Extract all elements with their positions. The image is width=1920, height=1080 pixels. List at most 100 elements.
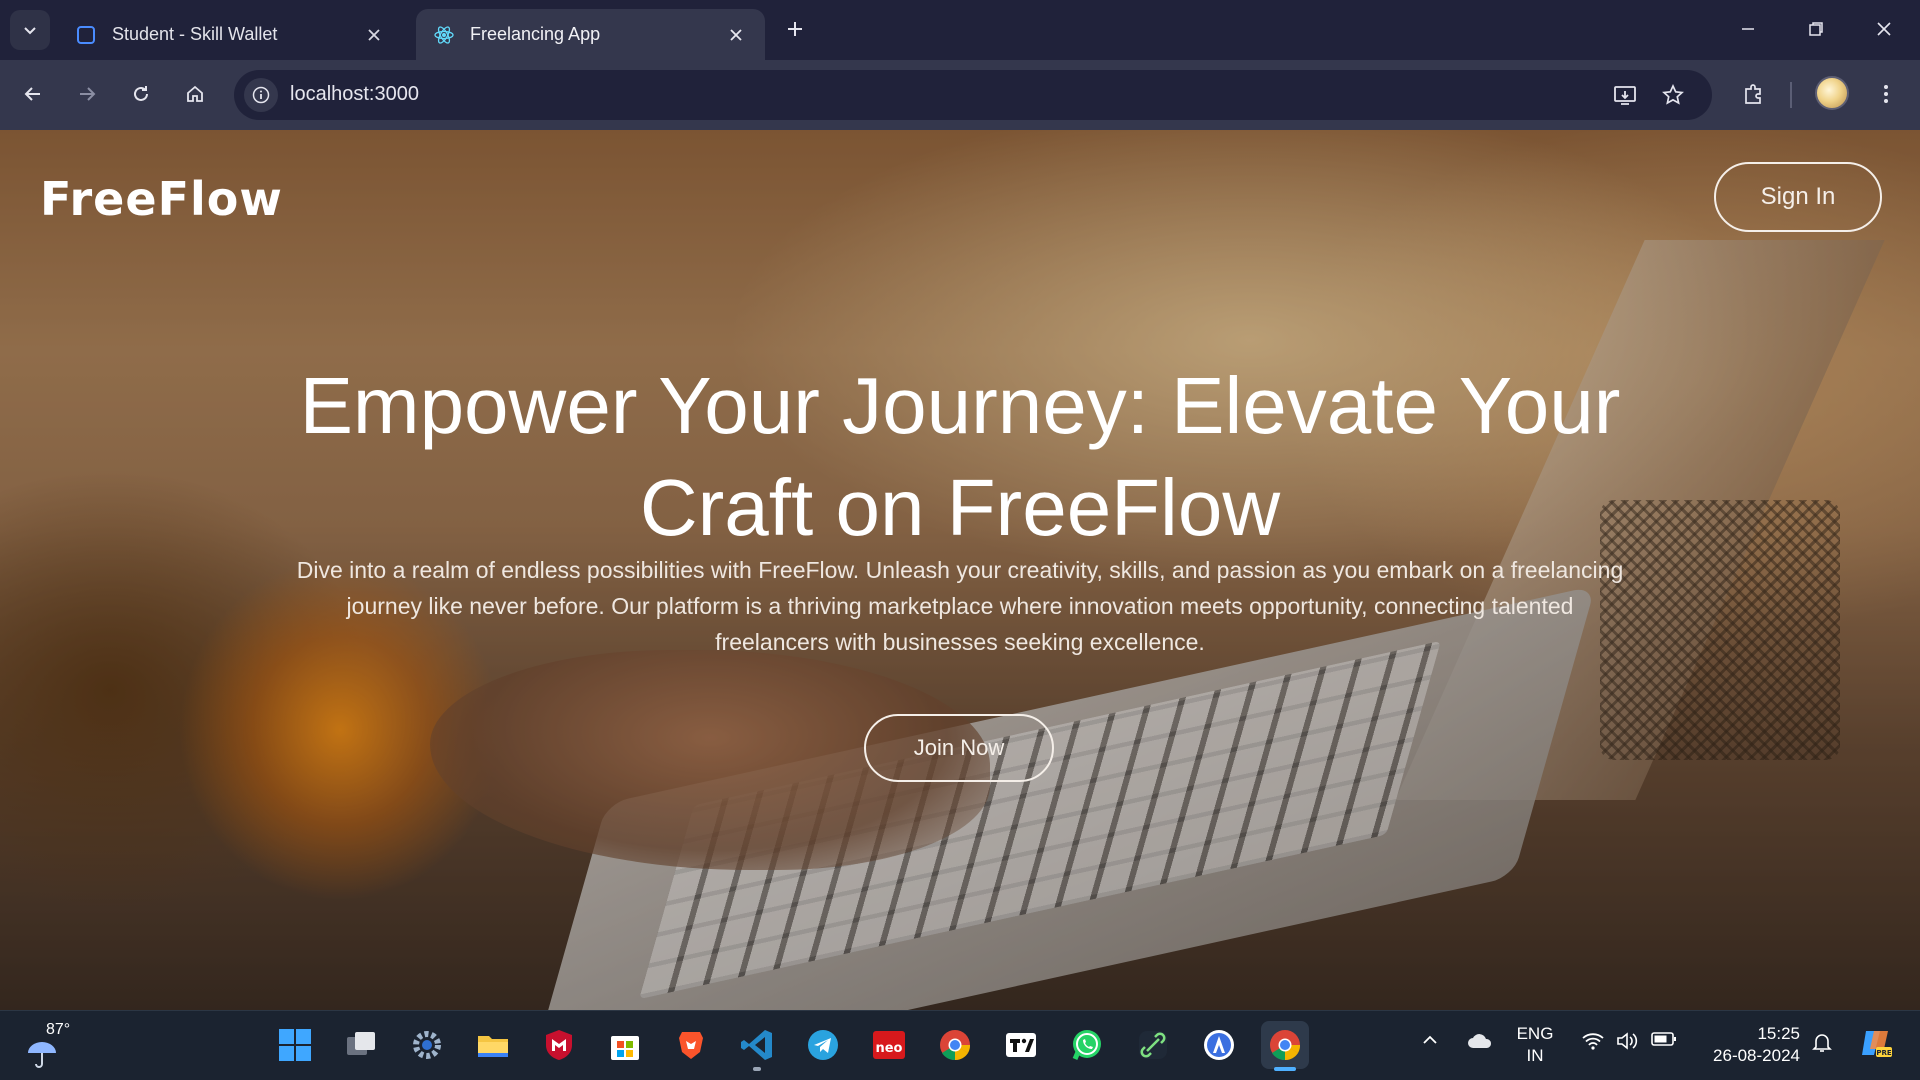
start-button[interactable] [271, 1021, 319, 1069]
vscode-icon [741, 1030, 772, 1060]
browser-toolbar: localhost:3000 [0, 60, 1920, 130]
site-info-icon[interactable] [244, 78, 278, 112]
url-text[interactable]: localhost:3000 [290, 83, 419, 106]
running-indicator [753, 1067, 761, 1071]
taskbar-microsoft-store[interactable] [601, 1021, 649, 1069]
restore-button[interactable] [1786, 8, 1846, 50]
wifi-icon [1582, 1033, 1604, 1050]
toolbar-divider [1790, 82, 1792, 108]
telegram-icon [808, 1030, 838, 1060]
page-icon [74, 23, 98, 47]
minimize-icon [1742, 28, 1754, 30]
wifi-tray-icon[interactable] [1580, 1031, 1606, 1051]
assistant-icon [1204, 1030, 1234, 1060]
browser-menu-button[interactable] [1866, 74, 1906, 114]
taskbar-app-assistant[interactable] [1195, 1021, 1243, 1069]
language-indicator[interactable]: ENG IN [1510, 1023, 1560, 1067]
install-app-icon[interactable] [1608, 78, 1642, 112]
taskbar-vscode[interactable] [733, 1021, 781, 1071]
arrow-left-icon [24, 87, 40, 101]
puzzle-icon [1745, 84, 1761, 104]
minimize-button[interactable] [1718, 8, 1778, 50]
clock-time: 15:25 [1757, 1024, 1800, 1043]
tab-freelancing-app[interactable]: Freelancing App [416, 9, 765, 60]
tradingview-icon [1006, 1033, 1036, 1057]
taskbar-brave[interactable] [667, 1021, 715, 1069]
language-region: IN [1526, 1046, 1544, 1065]
page-viewport: FreeFlow Sign In Empower Your Journey: E… [0, 130, 1920, 1010]
hero-description: Dive into a realm of endless possibiliti… [296, 557, 1624, 655]
close-window-button[interactable] [1854, 8, 1914, 50]
folder-icon [478, 1036, 508, 1057]
more-vertical-icon [1884, 85, 1888, 103]
volume-tray-icon[interactable] [1614, 1031, 1640, 1051]
show-hidden-icons-button[interactable] [1418, 1031, 1442, 1049]
taskbar-tradingview[interactable] [997, 1021, 1045, 1069]
taskbar-mcafee[interactable] [535, 1021, 583, 1069]
mcafee-shield-icon [546, 1030, 572, 1060]
bell-icon [1812, 1034, 1832, 1052]
battery-tray-icon[interactable] [1650, 1031, 1678, 1047]
extensions-button[interactable] [1733, 74, 1773, 114]
taskbar-chrome[interactable] [931, 1021, 979, 1069]
sign-in-button[interactable]: Sign In [1714, 162, 1882, 232]
battery-icon [1651, 1032, 1676, 1046]
whatsapp-icon [1072, 1030, 1101, 1060]
react-icon [432, 23, 456, 47]
chevron-up-icon [1423, 1035, 1437, 1044]
profile-avatar[interactable] [1815, 76, 1849, 110]
taskbar-whatsapp[interactable] [1063, 1021, 1111, 1069]
address-bar[interactable]: localhost:3000 [234, 70, 1712, 120]
browser-tab-bar: Student - Skill Wallet Freelancing App [0, 0, 1920, 60]
settings-gear-icon [413, 1031, 441, 1059]
close-tab-icon[interactable] [361, 22, 387, 48]
copilot-button[interactable]: PRE [1856, 1025, 1896, 1061]
cloud-icon [1468, 1034, 1492, 1048]
chrome-icon [1270, 1030, 1301, 1061]
reload-button[interactable] [121, 74, 161, 114]
taskbar-file-explorer[interactable] [469, 1021, 517, 1069]
link-app-icon [1139, 1031, 1167, 1059]
close-tab-icon[interactable] [723, 22, 749, 48]
svg-text:neo: neo [875, 1041, 902, 1056]
tab-title: Student - Skill Wallet [112, 24, 278, 44]
svg-text:PRE: PRE [1876, 1049, 1892, 1057]
plus-icon [788, 22, 802, 36]
join-now-button[interactable]: Join Now [864, 714, 1054, 782]
copilot-icon: PRE [1862, 1031, 1892, 1057]
forward-button[interactable] [67, 74, 107, 114]
site-logo[interactable]: FreeFlow [40, 172, 283, 226]
windows-logo-icon [279, 1029, 311, 1061]
speaker-icon [1617, 1032, 1638, 1050]
close-icon [1877, 22, 1891, 36]
weather-temperature: 87° [46, 1021, 71, 1038]
task-view-button[interactable] [337, 1021, 385, 1069]
bookmark-star-icon[interactable] [1656, 78, 1690, 112]
new-tab-button[interactable] [778, 12, 812, 46]
windows-taskbar: 87° neo ENG IN 15:25 26-08-2024 PRE [0, 1010, 1920, 1080]
tab-search-button[interactable] [10, 10, 50, 50]
taskbar-app-linker[interactable] [1129, 1021, 1177, 1069]
taskbar-neo[interactable]: neo [865, 1021, 913, 1069]
task-view-icon [347, 1032, 375, 1055]
tab-title: Freelancing App [470, 24, 601, 44]
weather-widget[interactable]: 87° [24, 1021, 84, 1071]
hero-title: Empower Your Journey: Elevate Your Craft… [299, 361, 1621, 552]
taskbar-chrome-active[interactable] [1261, 1021, 1309, 1071]
onedrive-tray-icon[interactable] [1465, 1031, 1495, 1051]
language-code: ENG [1516, 1024, 1554, 1043]
taskbar-telegram[interactable] [799, 1021, 847, 1069]
tab-student-skill-wallet[interactable]: Student - Skill Wallet [58, 9, 403, 60]
back-button[interactable] [13, 74, 53, 114]
chrome-icon [940, 1030, 971, 1061]
clock-date: 26-08-2024 [1713, 1046, 1800, 1065]
system-clock[interactable]: 15:25 26-08-2024 [1690, 1023, 1800, 1067]
home-button[interactable] [175, 74, 215, 114]
notifications-button[interactable] [1808, 1031, 1836, 1053]
arrow-right-icon [80, 87, 96, 101]
taskbar-settings[interactable] [403, 1021, 451, 1069]
brave-lion-icon [679, 1032, 703, 1059]
chevron-down-icon [24, 27, 36, 35]
neo-app-icon: neo [873, 1031, 905, 1059]
restore-icon [1809, 22, 1823, 36]
